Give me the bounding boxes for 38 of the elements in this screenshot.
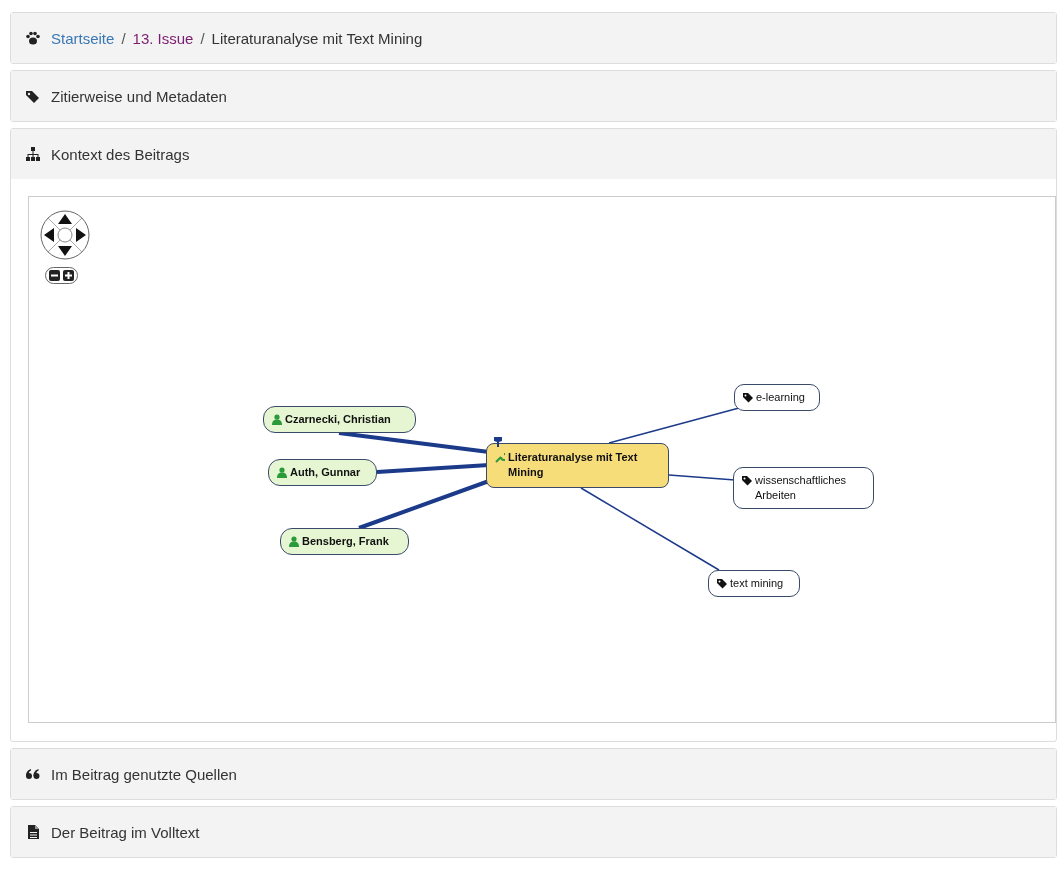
person-icon [289, 536, 299, 547]
plus-icon [65, 272, 72, 279]
author-node[interactable]: Auth, Gunnar [268, 459, 377, 486]
minus-icon [51, 272, 58, 279]
tag-icon [717, 578, 727, 589]
keyword-node[interactable]: wissenschaftliches Arbeiten [733, 467, 874, 509]
section-title: Zitierweise und Metadaten [51, 87, 227, 105]
breadcrumb-current: Literaturanalyse mit Text Mining [211, 29, 423, 47]
author-node[interactable]: Czarnecki, Christian [263, 406, 416, 433]
section-title: Kontext des Beitrags [51, 145, 190, 163]
graph-edge [668, 474, 736, 481]
tag-icon [742, 475, 752, 486]
tags-icon [25, 88, 41, 104]
person-icon [272, 414, 282, 425]
breadcrumb-link[interactable]: Startseite [51, 29, 115, 47]
breadcrumb-link[interactable]: 13. Issue [132, 29, 194, 47]
breadcrumb-separator: / [120, 29, 127, 47]
tag-icon [743, 392, 753, 403]
document-icon [25, 824, 41, 840]
paw-icon [25, 30, 41, 46]
section-header[interactable]: Zitierweise und Metadaten [11, 71, 1056, 121]
zoom-out-button[interactable] [49, 270, 60, 281]
zoom-in-button[interactable] [63, 270, 74, 281]
pan-control-icon[interactable] [39, 209, 91, 261]
keyword-node[interactable]: e-learning [734, 384, 820, 411]
sitemap-icon [25, 146, 41, 162]
section-header[interactable]: Im Beitrag genutzte Quellen [11, 749, 1056, 799]
section-title: Der Beitrag im Volltext [51, 823, 200, 841]
center-node[interactable]: Literaturanalyse mit Text Mining [486, 443, 669, 488]
author-node[interactable]: Bensberg, Frank [280, 528, 409, 555]
quote-icon [25, 766, 41, 782]
person-icon [277, 467, 287, 478]
pin-icon [494, 437, 502, 447]
breadcrumb-separator: / [199, 29, 206, 47]
keyword-node[interactable]: text mining [708, 570, 800, 597]
section-header[interactable]: Der Beitrag im Volltext [11, 807, 1056, 857]
section-header[interactable]: Kontext des Beitrags [11, 129, 1056, 179]
section-title: Im Beitrag genutzte Quellen [51, 765, 237, 783]
